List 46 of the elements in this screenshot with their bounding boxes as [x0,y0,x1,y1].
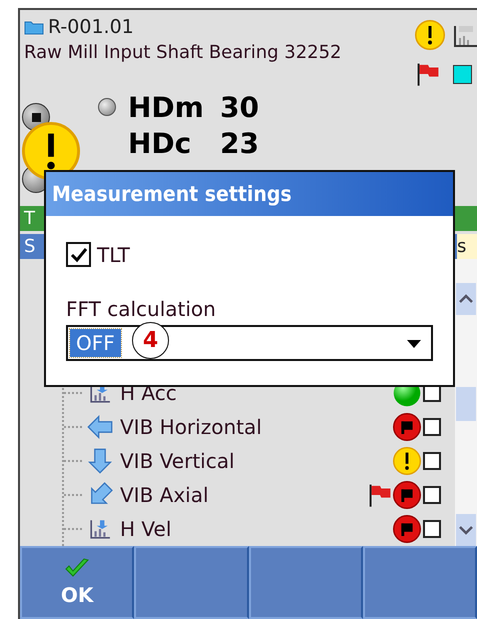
column-header: s [457,234,477,259]
tree-item[interactable]: VIB Vertical [114,448,367,473]
checkbox[interactable] [423,520,441,538]
scroll-down-button[interactable] [456,514,476,546]
tree-item[interactable]: VIB Horizontal [114,414,367,439]
scroll-thumb[interactable] [456,386,476,421]
bar-label: T [24,208,35,229]
alarm-icon [393,480,421,509]
up-chevron-icon [459,294,473,304]
field-label: FFT calculation [66,297,217,321]
asset-code: R-001.01 [48,16,134,38]
down-chevron-icon [459,524,473,535]
warning-icon [393,446,421,475]
reading-label: HDm [128,90,205,124]
toolbar-button[interactable] [248,546,363,619]
check-icon [64,557,90,580]
indicator-dot [98,98,116,116]
checkbox[interactable] [423,452,441,470]
ok-button[interactable]: OK [20,546,134,619]
scroll-up-button[interactable] [456,282,476,315]
checkbox[interactable] [66,242,91,267]
reading-value: 30 [220,90,259,124]
flag-icon [367,482,393,508]
dialog-title: Measurement settings [46,172,453,216]
checkbox[interactable] [423,486,441,504]
dropdown[interactable]: OFF 4 [66,325,433,361]
alarm-icon [393,514,421,543]
asset-name: Raw Mill Input Shaft Bearing 32252 [24,42,343,63]
alarm-icon [393,412,421,441]
reading-label: HDc [128,126,192,160]
checkbox-label: TLT [97,242,130,266]
checkbox[interactable] [423,418,441,436]
tree-item[interactable]: VIB Axial [114,482,367,507]
chart-icon [89,518,111,540]
flag-icon [415,61,441,88]
callout-number: 4 [132,322,169,359]
folder-icon [24,19,44,35]
tree-item[interactable]: H Vel [114,516,367,541]
toolbar-button[interactable] [362,546,477,619]
reading-value: 23 [220,126,259,160]
caret-icon [407,340,421,348]
left-arrow-icon [87,414,113,440]
status-square [453,64,472,84]
warning-icon [415,20,445,50]
down-arrow-icon [87,448,113,474]
section-label: S [24,236,36,257]
